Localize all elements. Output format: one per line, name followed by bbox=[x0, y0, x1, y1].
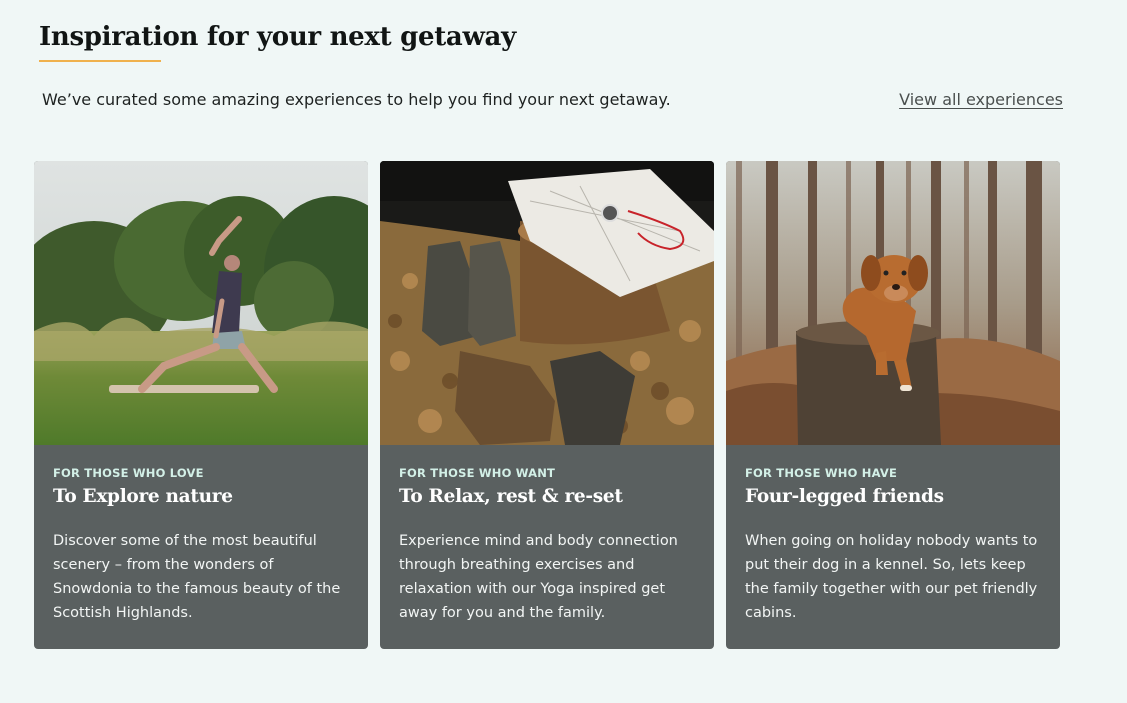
experience-card-relax[interactable]: FOR THOSE WHO WANT To Relax, rest & re-s… bbox=[380, 161, 714, 649]
card-description: Discover some of the most beautiful scen… bbox=[53, 533, 341, 621]
card-description: When going on holiday nobody wants to pu… bbox=[745, 533, 1038, 621]
card-title: To Explore nature bbox=[53, 486, 233, 507]
card-eyebrow: FOR THOSE WHO WANT bbox=[399, 466, 556, 480]
inspiration-section: Inspiration for your next getaway We’ve … bbox=[0, 0, 1127, 703]
experience-card-explore-nature[interactable]: FOR THOSE WHO LOVE To Explore nature Dis… bbox=[34, 161, 368, 649]
title-underline bbox=[39, 60, 161, 62]
experience-card-pets[interactable]: FOR THOSE WHO HAVE Four-legged friends W… bbox=[726, 161, 1060, 649]
card-image-boots-map bbox=[380, 161, 714, 445]
card-description: Experience mind and body connection thro… bbox=[399, 533, 678, 621]
view-all-experiences-link[interactable]: View all experiences bbox=[899, 90, 1063, 109]
card-title: To Relax, rest & re-set bbox=[399, 486, 623, 507]
dog-forest-illustration bbox=[726, 161, 1060, 445]
experience-cards: FOR THOSE WHO LOVE To Explore nature Dis… bbox=[34, 161, 1060, 649]
yoga-meadow-illustration bbox=[34, 161, 368, 445]
card-title: Four-legged friends bbox=[745, 486, 944, 507]
card-image-yoga-meadow bbox=[34, 161, 368, 445]
section-intro: We’ve curated some amazing experiences t… bbox=[42, 90, 671, 109]
section-title: Inspiration for your next getaway bbox=[39, 22, 516, 52]
card-eyebrow: FOR THOSE WHO LOVE bbox=[53, 466, 204, 480]
boots-map-illustration bbox=[380, 161, 714, 445]
card-eyebrow: FOR THOSE WHO HAVE bbox=[745, 466, 898, 480]
card-image-dog-forest bbox=[726, 161, 1060, 445]
